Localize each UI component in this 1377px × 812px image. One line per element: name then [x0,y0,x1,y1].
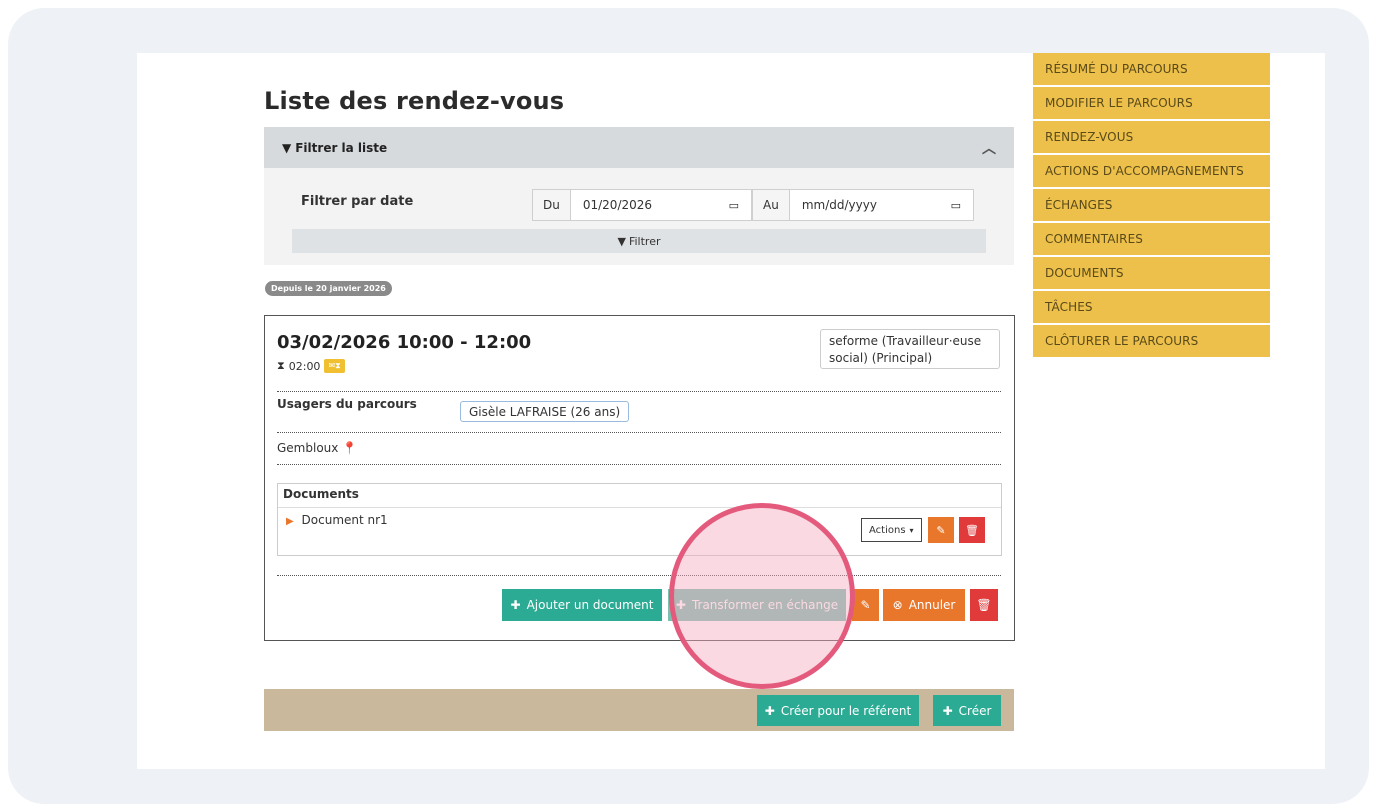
date-from-value: 01/20/2026 [582,198,653,212]
divider [277,464,1001,465]
duration-value: 02:00 [288,359,321,373]
date-from-input[interactable]: 01/20/2026 ▭ [570,190,751,220]
pencil-icon: ✎ [936,523,946,537]
hourglass-icon: ⧗ [277,359,285,372]
nav-item-cloturer[interactable]: CLÔTURER LE PARCOURS [1033,325,1270,357]
filter-header-label: Filtrer la liste [295,140,388,155]
cancel-circle-icon: ⊗ [892,598,903,612]
divider [277,391,1001,392]
cancel-appointment-button[interactable]: ⊗ Annuler [883,589,965,621]
create-button[interactable]: ✚ Créer [933,695,1001,726]
plus-icon: ✚ [764,703,775,718]
filter-icon: ▼ [282,140,292,155]
document-edit-button[interactable]: ✎ [928,517,954,543]
sidebar-nav: RÉSUMÉ DU PARCOURS MODIFIER LE PARCOURS … [1033,53,1270,359]
appointment-duration: ⧗ 02:00 ✉⧗ [277,359,345,373]
expand-triangle-icon[interactable]: ▶ [286,516,294,527]
map-pin-icon: 📍 [342,441,358,455]
delete-appointment-button[interactable]: 🗑 [970,589,998,621]
documents-panel: Documents ▶ Document nr1 Actions ▾ ✎ 🗑 [277,483,1002,556]
divider [277,432,1001,433]
create-for-referent-label: Créer pour le référent [780,703,912,718]
add-document-label: Ajouter un document [526,598,654,612]
page-title: Liste des rendez-vous [264,87,565,115]
chevron-up-icon[interactable]: ︿ [982,138,996,158]
email-hourglass-icon: ✉⧗ [324,359,345,373]
worker-box: seforme (Travailleur·euse social) (Princ… [820,329,1000,369]
nav-item-taches[interactable]: TÂCHES [1033,291,1270,323]
plus-icon: ✚ [942,703,953,718]
nav-item-rendez-vous[interactable]: RENDEZ-VOUS [1033,121,1270,153]
date-to-addon: Au [753,190,790,220]
document-actions-dropdown[interactable]: Actions ▾ [861,518,922,542]
add-document-button[interactable]: ✚ Ajouter un document [502,589,662,621]
plus-icon: ✚ [510,598,521,612]
actions-label: Actions [869,524,906,536]
date-to-group: Au mm/dd/yyyy ▭ [752,189,974,221]
date-to-placeholder: mm/dd/yyyy [801,198,877,212]
date-range-badge: Depuis le 20 janvier 2026 [265,281,392,296]
create-for-referent-button[interactable]: ✚ Créer pour le référent [757,695,919,726]
nav-item-documents[interactable]: DOCUMENTS [1033,257,1270,289]
appointment-actions: ✚ Ajouter un document ✚ Transformer en é… [265,589,1016,621]
click-highlight [669,503,855,689]
date-from-group: Du 01/20/2026 ▭ [532,189,752,221]
document-delete-button[interactable]: 🗑 [959,517,985,543]
appointment-time: 03/02/2026 10:00 - 12:00 [277,332,532,353]
nav-item-commentaires[interactable]: COMMENTAIRES [1033,223,1270,255]
documents-title: Documents [278,484,1001,508]
filter-apply-button[interactable]: ▼ Filtrer [292,229,986,253]
calendar-icon[interactable]: ▭ [951,199,961,212]
date-from-addon: Du [533,190,571,220]
date-to-input[interactable]: mm/dd/yyyy ▭ [789,190,973,220]
filter-icon: ▼ [617,234,626,248]
divider [277,575,1001,576]
usagers-label: Usagers du parcours [277,397,417,411]
nav-item-actions[interactable]: ACTIONS D'ACCOMPAGNEMENTS [1033,155,1270,187]
pencil-icon: ✎ [860,598,871,612]
filter-toggle[interactable]: ▼ Filtrer la liste ︿ [264,127,1014,168]
edit-appointment-button[interactable]: ✎ [852,589,879,621]
filter-by-date-label: Filtrer par date [301,194,414,209]
location: Gembloux 📍 [277,441,357,455]
nav-item-resume[interactable]: RÉSUMÉ DU PARCOURS [1033,53,1270,85]
caret-down-icon: ▾ [909,525,914,535]
document-name: Document nr1 [301,513,388,527]
usager-chip[interactable]: Gisèle LAFRAISE (26 ans) [460,401,630,422]
filter-apply-label: Filtrer [628,234,661,248]
nav-item-echanges[interactable]: ÉCHANGES [1033,189,1270,221]
calendar-icon[interactable]: ▭ [729,199,739,212]
document-item[interactable]: ▶ Document nr1 [286,513,388,527]
filter-panel: Filtrer par date Du 01/20/2026 ▭ Au mm/d… [264,168,1014,265]
create-label: Créer [958,703,992,718]
location-name: Gembloux [277,441,339,455]
appointment-card: 03/02/2026 10:00 - 12:00 ⧗ 02:00 ✉⧗ sefo… [264,315,1015,641]
cancel-label: Annuler [908,598,956,612]
create-bar: ✚ Créer pour le référent ✚ Créer [264,689,1014,731]
trash-icon: 🗑 [976,598,992,612]
nav-item-modifier[interactable]: MODIFIER LE PARCOURS [1033,87,1270,119]
trash-icon: 🗑 [965,523,979,537]
